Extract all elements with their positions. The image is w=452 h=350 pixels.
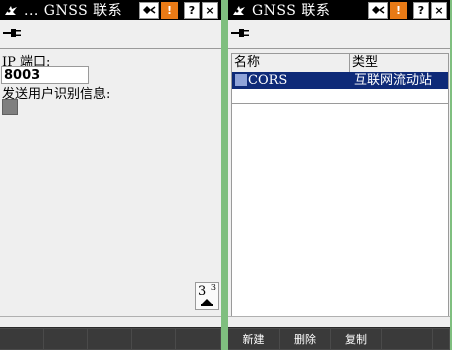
right-panel: GNSS 联系 ! ? × 名称 类型 CORS 互联网流动站 新建 删除 复制 — [228, 0, 450, 350]
help-icon[interactable]: ? — [184, 1, 200, 19]
page-indicator-bar — [201, 304, 213, 306]
close-icon[interactable]: × — [202, 1, 218, 19]
window-icon[interactable] — [2, 2, 20, 18]
softkey-bar: 新建 删除 复制 — [228, 327, 450, 350]
status-line — [0, 316, 221, 327]
softkey-3[interactable] — [88, 329, 131, 349]
window-icon[interactable] — [230, 2, 248, 18]
softkey-2[interactable] — [44, 329, 87, 349]
table-header: 名称 类型 — [232, 54, 448, 73]
row-icon — [235, 74, 247, 86]
page-total: 3 — [210, 283, 216, 292]
softkey-bar — [0, 327, 221, 350]
status-line — [228, 316, 450, 327]
copy-button[interactable]: 复制 — [331, 329, 381, 349]
warning-icon[interactable]: ! — [161, 1, 178, 19]
right-titlebar: GNSS 联系 ! ? × — [228, 0, 450, 20]
table-divider — [232, 103, 448, 104]
plug-icon[interactable] — [231, 23, 251, 42]
help-icon[interactable]: ? — [413, 1, 429, 19]
column-header-name[interactable]: 名称 — [232, 54, 350, 72]
softkey-4[interactable] — [132, 329, 175, 349]
satellite-icon[interactable] — [368, 1, 388, 19]
send-id-label: 发送用户识别信息: — [2, 87, 111, 102]
softkey-4[interactable] — [382, 329, 432, 349]
left-panel: ... GNSS 联系 ! ? × IP 端口: 8003 发送用户识别信息: … — [0, 0, 221, 350]
close-icon[interactable]: × — [431, 1, 447, 19]
softkey-5[interactable] — [433, 329, 449, 349]
row-name: CORS — [248, 73, 288, 88]
port-input[interactable]: 8003 — [1, 66, 89, 84]
table-row[interactable]: CORS 互联网流动站 — [232, 72, 448, 89]
satellite-icon[interactable] — [139, 1, 159, 19]
connection-table: 名称 类型 CORS 互联网流动站 — [231, 53, 449, 317]
window-title: ... GNSS 联系 — [24, 3, 123, 19]
plug-icon[interactable] — [3, 23, 23, 42]
left-titlebar: ... GNSS 联系 ! ? × — [0, 0, 221, 20]
page-current: 3 — [198, 284, 207, 299]
delete-button[interactable]: 删除 — [280, 329, 330, 349]
toolbar — [0, 20, 221, 49]
send-id-checkbox[interactable] — [2, 99, 18, 115]
window-title: GNSS 联系 — [252, 3, 331, 19]
page-indicator[interactable]: 3 3 — [195, 282, 219, 310]
toolbar — [228, 20, 450, 49]
new-button[interactable]: 新建 — [228, 329, 279, 349]
softkey-5[interactable] — [176, 329, 220, 349]
warning-icon[interactable]: ! — [390, 1, 407, 19]
column-header-type[interactable]: 类型 — [350, 54, 448, 72]
softkey-1[interactable] — [0, 329, 43, 349]
row-type: 互联网流动站 — [354, 73, 433, 88]
